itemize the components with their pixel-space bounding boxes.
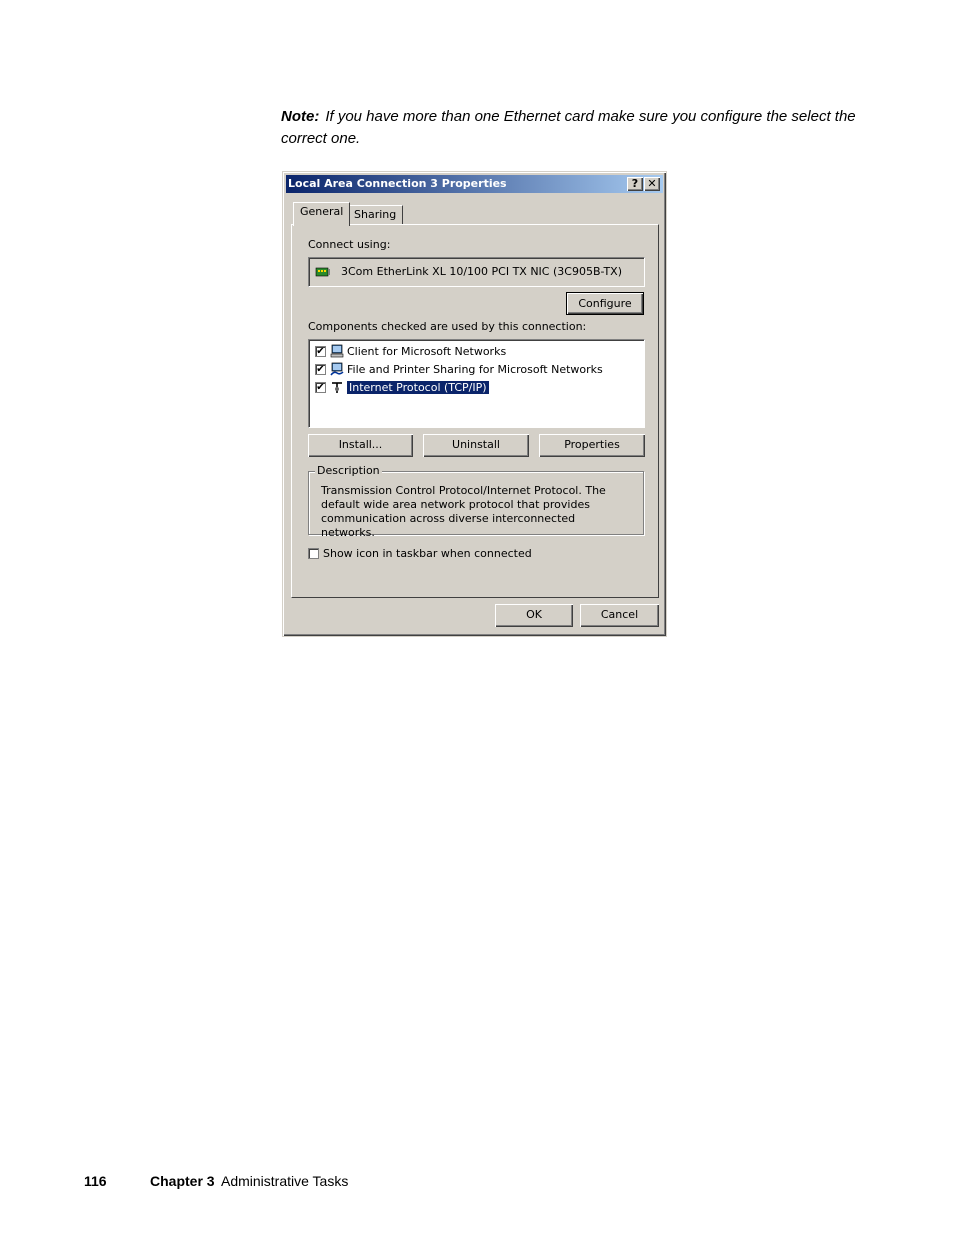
properties-button[interactable]: Properties — [539, 434, 645, 457]
show-icon-label: Show icon in taskbar when connected — [323, 546, 532, 560]
tab-general[interactable]: General — [293, 202, 351, 226]
install-button[interactable]: Install... — [308, 434, 413, 457]
title-bar[interactable]: Local Area Connection 3 Properties ? ✕ — [286, 175, 663, 193]
ok-button[interactable]: OK — [495, 604, 573, 627]
tab-sharing[interactable]: Sharing — [347, 205, 404, 225]
components-list[interactable]: ✔ Client for Microsoft Networks ✔ File a… — [308, 339, 645, 428]
component-label: Client for Microsoft Networks — [347, 344, 507, 358]
connect-using-label: Connect using: — [308, 238, 391, 251]
component-checkbox[interactable]: ✔ — [315, 363, 326, 375]
description-text: Transmission Control Protocol/Internet P… — [321, 484, 606, 539]
list-item[interactable]: ✔ File and Printer Sharing for Microsoft… — [315, 361, 603, 377]
protocol-icon — [330, 380, 344, 394]
component-checkbox[interactable]: ✔ — [315, 381, 326, 393]
component-checkbox[interactable]: ✔ — [315, 345, 326, 357]
chapter-label: Chapter 3 — [150, 1173, 215, 1189]
list-item[interactable]: ✔ Client for Microsoft Networks — [315, 343, 506, 359]
configure-button[interactable]: Configure — [566, 292, 644, 315]
help-button[interactable]: ? — [627, 177, 643, 191]
description-legend: Description — [315, 464, 382, 477]
close-button[interactable]: ✕ — [644, 177, 660, 191]
properties-dialog: Local Area Connection 3 Properties ? ✕ G… — [282, 171, 667, 637]
dialog-title: Local Area Connection 3 Properties — [288, 177, 507, 190]
uninstall-button[interactable]: Uninstall — [423, 434, 529, 457]
chapter-title: Administrative Tasks — [221, 1173, 349, 1189]
note-label: Note: — [281, 108, 320, 125]
components-label: Components checked are used by this conn… — [308, 320, 587, 333]
file-printer-sharing-icon — [330, 362, 344, 376]
show-icon-option[interactable]: Show icon in taskbar when connected — [308, 545, 532, 561]
network-client-icon — [330, 344, 344, 358]
component-label-selected: Internet Protocol (TCP/IP) — [347, 380, 489, 394]
cancel-button[interactable]: Cancel — [580, 604, 659, 627]
show-icon-checkbox[interactable] — [308, 547, 319, 559]
page-number: 116 — [84, 1173, 107, 1189]
adapter-field: 3Com EtherLink XL 10/100 PCI TX NIC (3C9… — [308, 257, 645, 287]
note-paragraph: Note: If you have more than one Ethernet … — [281, 106, 881, 150]
component-label: File and Printer Sharing for Microsoft N… — [347, 362, 603, 376]
network-adapter-icon — [315, 265, 330, 279]
note-text: If you have more than one Ethernet card … — [281, 108, 856, 147]
list-item[interactable]: ✔ Internet Protocol (TCP/IP) — [315, 379, 489, 395]
general-tab-panel: Connect using: 3Com EtherLink XL 10/100 … — [291, 224, 659, 598]
description-group: Description Transmission Control Protoco… — [308, 464, 644, 539]
adapter-name: 3Com EtherLink XL 10/100 PCI TX NIC (3C9… — [341, 265, 622, 278]
